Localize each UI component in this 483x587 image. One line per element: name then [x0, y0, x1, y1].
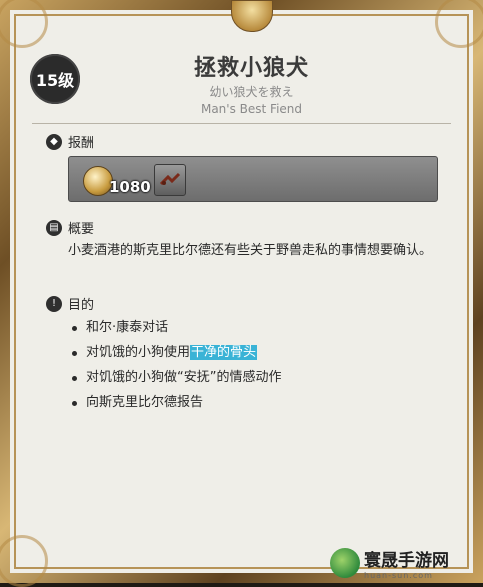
reward-heading: ◆ 报酬 — [46, 132, 94, 151]
title-divider — [32, 123, 451, 124]
summary-heading: ▤ 概要 — [46, 218, 94, 237]
highlighted-item-link[interactable]: 干净的骨头 — [190, 345, 258, 360]
quest-subtitle-en: Man's Best Fiend — [200, 102, 303, 116]
reward-item-slot[interactable] — [154, 164, 186, 196]
item-icon — [159, 172, 181, 186]
quest-window-frame: 15级 拯救小狼犬 幼い狼犬を救え Man's Best Fiend ◆ 报酬 … — [0, 0, 483, 587]
gil-amount: 1080 — [109, 178, 151, 196]
reward-icon: ◆ — [46, 133, 62, 150]
objectives-heading-label: 目的 — [68, 298, 95, 313]
objectives-heading: ! 目的 — [46, 294, 94, 313]
watermark-logo-icon — [330, 548, 360, 578]
corner-ornament-icon — [0, 0, 48, 48]
corner-ornament-icon — [435, 0, 483, 48]
objective-item: 对饥饿的小狗使用干净的骨头 — [70, 343, 281, 368]
objective-text: 对饥饿的小狗使用 — [86, 345, 191, 360]
watermark-url: huan-sun.com — [364, 571, 433, 580]
summary-heading-label: 概要 — [68, 222, 95, 237]
objective-list: 和尔·康泰对话 对饥饿的小狗使用干净的骨头 对饥饿的小狗做“安抚”的情感动作 向… — [70, 318, 281, 418]
objective-item: 和尔·康泰对话 — [70, 318, 281, 343]
reward-panel: 1080 — [68, 156, 438, 202]
crest-ornament-icon — [231, 0, 273, 32]
objective-item: 向斯克里比尔德报告 — [70, 393, 281, 418]
book-icon: ▤ — [46, 219, 62, 236]
reward-heading-label: 报酬 — [68, 136, 95, 151]
objective-item: 对饥饿的小狗做“安抚”的情感动作 — [70, 368, 281, 393]
corner-ornament-icon — [0, 535, 48, 587]
quest-title: 拯救小狼犬 — [193, 56, 309, 81]
watermark-name: 寰晟手游网 — [364, 551, 449, 571]
exclamation-icon: ! — [46, 295, 62, 312]
site-watermark: 寰晟手游网 huan-sun.com — [330, 544, 480, 582]
quest-summary-text: 小麦酒港的斯克里比尔德还有些关于野兽走私的事情想要确认。 — [68, 243, 433, 258]
quest-subtitle-jp: 幼い狼犬を救え — [209, 85, 294, 99]
